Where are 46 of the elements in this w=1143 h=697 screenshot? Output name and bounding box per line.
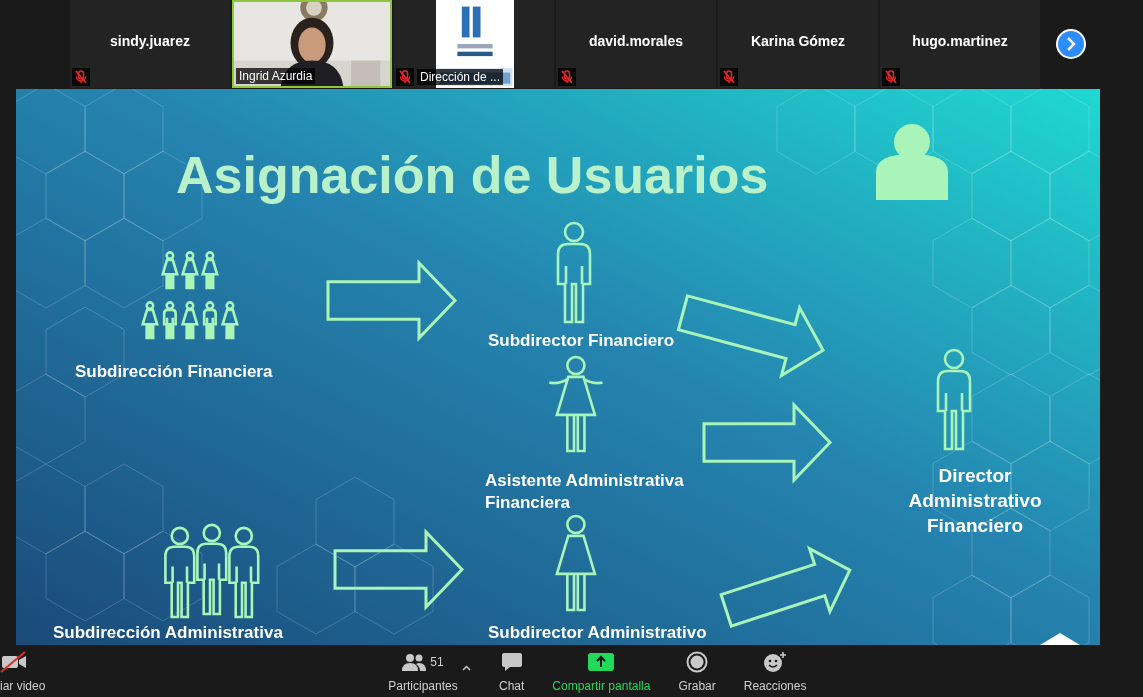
participant-count: 51 [430,655,444,669]
next-page-button[interactable] [1056,29,1086,59]
record-icon [686,651,709,673]
muted-microphone-icon [74,70,88,84]
record-button[interactable]: Grabar [678,647,716,697]
camera-icon [0,651,28,673]
unit-label: Subdirección Administrativa [53,623,283,643]
role-label: Subdirector Financiero [488,331,675,351]
arrow-icon [676,294,825,379]
chat-button[interactable]: Chat [499,647,525,697]
muted-microphone-icon [722,70,736,84]
participants-button[interactable]: 51 Participantes [388,647,458,697]
participant-name: Dirección de ... [417,69,504,85]
person-icon [555,514,597,612]
person-icon [548,355,604,453]
reactions-button[interactable]: Reacciones [743,647,807,697]
participant-name: hugo.martinez [912,33,1008,49]
arrow-icon [326,259,458,342]
caret-up-icon [462,664,471,671]
arrow-icon [719,545,852,628]
unit-label: Subdirección Financiera [75,362,273,382]
muted-microphone-icon [560,70,574,84]
video-button[interactable]: iar video [0,647,52,697]
chevron-right-icon [1065,37,1077,51]
participant-name: david.morales [588,33,684,49]
share-button[interactable]: Compartir pantalla [552,647,651,697]
participant-name: Ingrid Azurdia [236,68,316,84]
arrow-icon [333,528,465,611]
share-screen-icon [588,653,615,671]
person-icon [556,221,592,324]
arrow-icon [702,401,833,484]
user-avatar-icon [876,124,948,200]
people-group-icon [140,251,239,340]
participant-name: sindy.juarez [110,33,190,49]
role-label: Asistente Administrativa Financiera [485,470,685,514]
muted-microphone-icon [884,70,898,84]
role-label: Director Administrativo Financiero [907,464,1043,538]
slide-title: Asignación de Usuarios [176,145,769,205]
smiley-plus-icon [763,651,788,673]
people-icon [402,653,427,671]
chat-bubble-icon [500,652,523,672]
people-group-icon [164,523,260,619]
muted-microphone-icon [398,70,412,84]
participant-name: Karina Gómez [750,33,846,49]
person-icon [936,348,972,451]
role-label: Subdirector Administrativo [488,623,707,643]
